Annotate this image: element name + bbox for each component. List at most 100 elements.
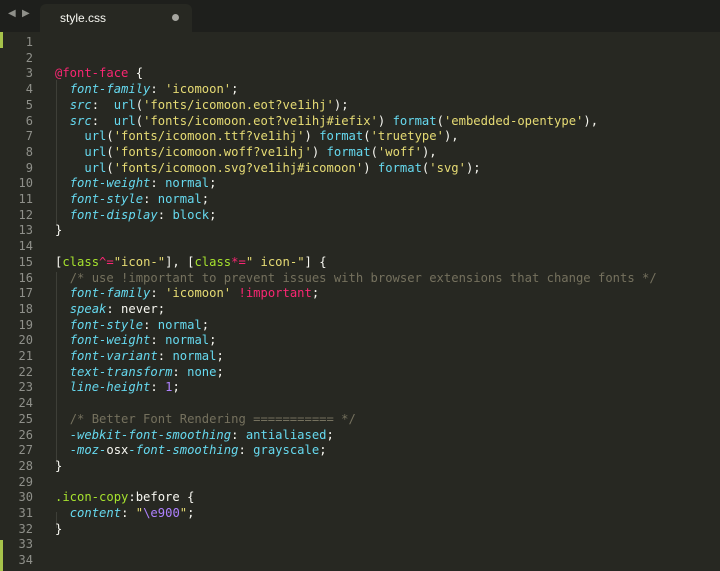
code-line[interactable]: 21 font-variant: normal; xyxy=(0,348,720,364)
code-text: -webkit-font-smoothing: antialiased; xyxy=(55,427,334,443)
code-line[interactable]: 26 -webkit-font-smoothing: antialiased; xyxy=(0,427,720,443)
code-token: : xyxy=(238,443,254,458)
code-token: font-family xyxy=(69,286,151,301)
code-line[interactable]: 24 xyxy=(0,395,720,411)
code-line[interactable]: 14 xyxy=(0,238,720,254)
code-token: : never; xyxy=(106,301,166,316)
code-token: font-weight xyxy=(69,176,151,191)
code-token: font-style xyxy=(69,192,144,206)
line-number: 4 xyxy=(25,82,33,97)
code-token: } xyxy=(55,521,63,536)
code-line[interactable]: 34 xyxy=(0,552,720,568)
code-text: font-style: normal; xyxy=(55,317,209,333)
code-line[interactable]: 31 content: "\e900"; xyxy=(0,505,720,521)
code-line[interactable]: 6 src: url('fonts/icomoon.eot?ve1ihj#ief… xyxy=(0,113,720,129)
code-token: url xyxy=(84,129,107,144)
code-text: [class^="icon-"], [class*=" icon-"] { xyxy=(55,254,327,270)
nav-forward-icon[interactable]: ▶ xyxy=(22,8,30,19)
line-number: 7 xyxy=(25,129,33,144)
code-token: src xyxy=(69,97,92,112)
line-number: 20 xyxy=(18,333,33,348)
code-token: 'fonts/icomoon.woff?ve1ihj' xyxy=(113,144,312,159)
code-token: ) xyxy=(363,160,378,175)
code-token: osx xyxy=(106,443,129,458)
code-line[interactable]: 28} xyxy=(0,458,720,474)
line-number: 8 xyxy=(25,144,33,159)
code-token: class xyxy=(194,254,232,269)
code-token: url xyxy=(113,97,136,112)
code-token: ( xyxy=(363,129,371,144)
code-line[interactable]: 10 font-weight: normal; xyxy=(0,175,720,191)
code-line[interactable]: 27 -moz-osx-font-smoothing: grayscale; xyxy=(0,442,720,458)
code-token: normal xyxy=(165,176,210,191)
code-line[interactable]: 19 font-style: normal; xyxy=(0,317,720,333)
code-line[interactable]: 12 font-display: block; xyxy=(0,207,720,223)
line-number: 24 xyxy=(18,396,33,411)
code-token: -moz- xyxy=(69,443,107,458)
line-number: 25 xyxy=(18,411,33,426)
code-token: : xyxy=(150,176,166,191)
code-line[interactable]: 9 url('fonts/icomoon.svg?ve1ihj#icomoon'… xyxy=(0,160,720,176)
code-line[interactable]: 15 [class^="icon-"], [class*=" icon-"] { xyxy=(0,254,720,270)
code-editor[interactable]: 1 2 3 @font-face {4 font-family: 'icomoon';… xyxy=(0,32,720,571)
line-number: 28 xyxy=(18,458,33,473)
code-token: : xyxy=(157,207,173,222)
tab-style-css[interactable]: style.css xyxy=(40,4,192,32)
code-line[interactable]: 7 url('fonts/icomoon.ttf?ve1ihj') format… xyxy=(0,128,720,144)
code-token: src xyxy=(69,113,92,128)
code-line[interactable]: 13} xyxy=(0,222,720,238)
code-line[interactable]: 33 xyxy=(0,536,720,552)
code-line[interactable]: 30 .icon-copy:before { xyxy=(0,489,720,505)
code-text: font-display: block; xyxy=(55,207,217,223)
line-number: 22 xyxy=(18,364,33,379)
code-token: ; xyxy=(326,427,334,442)
code-text: font-family: 'icomoon' !important; xyxy=(55,285,320,301)
code-line[interactable]: 5 src: url('fonts/icomoon.eot?ve1ihj'); xyxy=(0,97,720,113)
code-token: ( xyxy=(106,129,114,144)
code-token: normal xyxy=(165,333,210,348)
code-token: 'embedded-opentype' xyxy=(443,113,584,128)
code-line[interactable]: 11 font-style: normal; xyxy=(0,191,720,207)
code-token: : xyxy=(91,113,114,128)
code-token: class xyxy=(62,254,100,269)
code-line[interactable]: 2 xyxy=(0,50,720,66)
code-line[interactable]: 23 line-height: 1; xyxy=(0,379,720,395)
code-line[interactable]: 20 font-weight: normal; xyxy=(0,332,720,348)
line-number: 34 xyxy=(18,553,33,568)
code-text: font-weight: normal; xyxy=(55,332,217,348)
code-line[interactable]: 3 @font-face { xyxy=(0,65,720,81)
code-line[interactable]: 17 font-family: 'icomoon' !important; xyxy=(0,285,720,301)
code-token: ; xyxy=(187,506,195,520)
code-line[interactable]: 16 /* use !important to prevent issues w… xyxy=(0,270,720,286)
code-text: url('fonts/icomoon.woff?ve1ihj') format(… xyxy=(55,144,436,160)
nav-back-icon[interactable]: ◀ xyxy=(8,8,16,19)
code-line[interactable]: 1 xyxy=(0,34,720,50)
code-token: 'fonts/icomoon.eot?ve1ihj#iefix' xyxy=(143,113,378,128)
line-number: 5 xyxy=(25,97,33,112)
code-line[interactable]: 4 font-family: 'icomoon'; xyxy=(0,81,720,97)
line-number: 6 xyxy=(25,113,33,128)
code-text: src: url('fonts/icomoon.eot?ve1ihj'); xyxy=(55,97,349,113)
code-token: 'icomoon' xyxy=(165,286,232,301)
line-number: 26 xyxy=(18,427,33,442)
code-line[interactable]: 29 xyxy=(0,474,720,490)
code-token: ( xyxy=(370,144,378,159)
code-line[interactable]: 8 url('fonts/icomoon.woff?ve1ihj') forma… xyxy=(0,144,720,160)
code-text: font-variant: normal; xyxy=(55,348,224,364)
unsaved-dot-icon[interactable] xyxy=(172,14,179,21)
code-token: ( xyxy=(135,97,144,112)
code-text: url('fonts/icomoon.ttf?ve1ihj') format('… xyxy=(55,128,458,144)
code-line[interactable]: 22 text-transform: none; xyxy=(0,364,720,380)
code-line[interactable]: 18 speak: never; xyxy=(0,301,720,317)
code-token: -webkit-font-smoothing xyxy=(69,427,232,442)
code-line[interactable]: 25 /* Better Font Rendering =========== … xyxy=(0,411,720,427)
code-token: normal xyxy=(157,192,202,206)
code-line[interactable]: 32} xyxy=(0,521,720,537)
